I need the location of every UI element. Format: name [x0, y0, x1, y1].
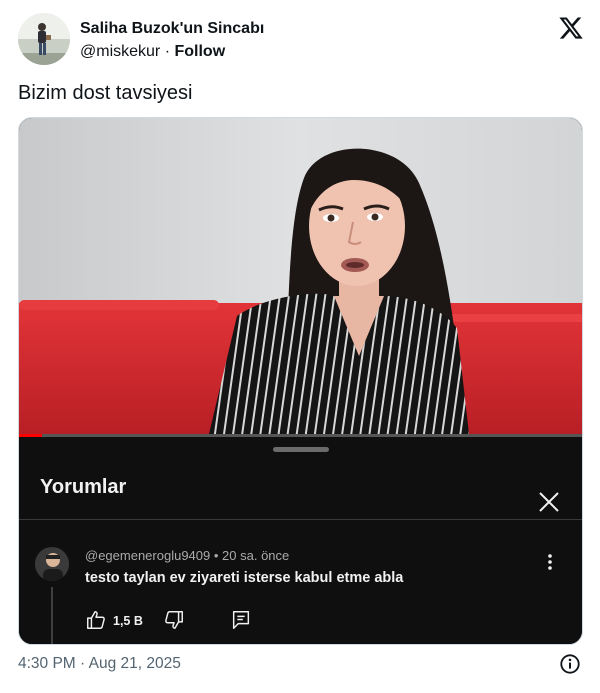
comments-sheet: Yorumlar @egemeneroglu9409 • 20 sa. önce… — [19, 434, 582, 644]
video-frame[interactable] — [19, 118, 582, 434]
more-vertical-icon[interactable] — [541, 552, 559, 572]
meta-dot: • — [213, 548, 219, 563]
sheet-divider — [19, 519, 582, 520]
reply-icon[interactable] — [230, 609, 252, 631]
commenter-avatar[interactable] — [35, 547, 69, 581]
thread-line — [51, 587, 53, 644]
tweet-text: Bizim dost tavsiyesi — [18, 82, 193, 104]
tweet-media[interactable]: Yorumlar @egemeneroglu9409 • 20 sa. önce… — [18, 117, 583, 645]
separator-dot: · — [164, 43, 171, 60]
close-icon[interactable] — [537, 490, 561, 514]
author-avatar[interactable] — [18, 13, 70, 65]
tweet-header: Saliha Buzok'un Sincabı @miskekur · Foll… — [18, 13, 584, 67]
info-icon[interactable] — [559, 653, 581, 675]
video-progress-fill — [19, 434, 42, 437]
tweet-timestamp[interactable]: 4:30 PM · Aug 21, 2025 — [18, 654, 181, 674]
author-subline: @miskekur · Follow — [80, 42, 225, 62]
comments-title: Yorumlar — [40, 476, 127, 498]
sheet-drag-handle[interactable] — [273, 447, 329, 452]
comment-text: testo taylan ev ziyareti isterse kabul e… — [85, 570, 404, 586]
x-logo-icon[interactable] — [558, 15, 584, 41]
follow-button[interactable]: Follow — [174, 43, 225, 60]
like-count: 1,5 B — [113, 614, 143, 628]
comment-username[interactable]: @egemeneroglu9409 — [85, 548, 210, 563]
author-name[interactable]: Saliha Buzok'un Sincabı — [80, 19, 264, 39]
author-handle[interactable]: @miskekur — [80, 43, 160, 60]
comment-meta: @egemeneroglu9409 • 20 sa. önce — [85, 548, 289, 564]
thumbs-down-icon[interactable] — [163, 609, 185, 631]
video-progress-bar[interactable] — [19, 434, 582, 437]
thumbs-up-icon[interactable] — [85, 609, 107, 631]
comment-time: 20 sa. önce — [222, 548, 290, 563]
